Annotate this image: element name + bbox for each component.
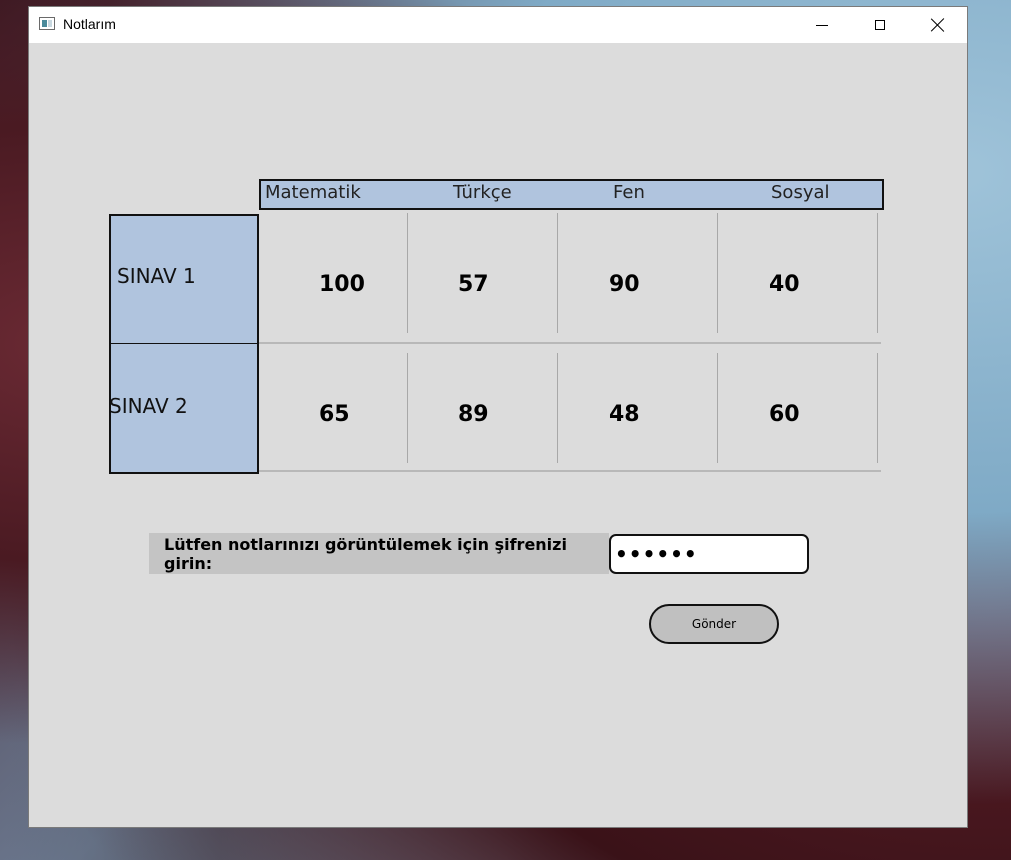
- app-window: Notlarım Matematik Türkçe Fen Sosyal SIN…: [28, 6, 968, 828]
- score-sinav1-matematik: 100: [319, 272, 365, 297]
- minimize-icon: [816, 24, 828, 26]
- close-icon: [931, 18, 945, 32]
- close-button[interactable]: [909, 7, 967, 43]
- password-input[interactable]: [609, 534, 809, 574]
- cell-divider: [407, 353, 408, 463]
- exam-labels: SINAV 1 SINAV 2: [109, 214, 259, 474]
- app-icon: [39, 17, 55, 30]
- cell-divider: [717, 353, 718, 463]
- score-sinav2-sosyal: 60: [769, 402, 800, 427]
- score-sinav1-turkce: 57: [458, 272, 489, 297]
- header-fen: Fen: [613, 182, 645, 203]
- header-matematik: Matematik: [265, 182, 361, 203]
- score-sinav1-fen: 90: [609, 272, 640, 297]
- password-prompt-text: Lütfen notlarınızı görüntülemek için şif…: [164, 534, 567, 573]
- row-label-sinav-1: SINAV 1: [117, 264, 196, 288]
- table-row: 65 89 48 60: [259, 343, 881, 473]
- table-row: 100 57 90 40: [259, 213, 881, 344]
- password-prompt: Lütfen notlarınızı görüntülemek için şif…: [149, 533, 609, 574]
- maximize-icon: [875, 20, 885, 30]
- cell-divider: [717, 213, 718, 333]
- window-title: Notlarım: [63, 16, 116, 32]
- header-turkce: Türkçe: [453, 182, 512, 203]
- minimize-button[interactable]: [793, 7, 851, 43]
- cell-divider: [407, 213, 408, 333]
- score-sinav2-turkce: 89: [458, 402, 489, 427]
- cell-divider: [557, 213, 558, 333]
- cell-divider: [877, 213, 878, 333]
- submit-button[interactable]: Gönder: [649, 604, 779, 644]
- score-sinav1-sosyal: 40: [769, 272, 800, 297]
- row-separator: [259, 470, 881, 472]
- header-sosyal: Sosyal: [771, 182, 830, 203]
- score-sinav2-matematik: 65: [319, 402, 350, 427]
- maximize-button[interactable]: [851, 7, 909, 43]
- subject-header: Matematik Türkçe Fen Sosyal: [259, 179, 884, 210]
- cell-divider: [557, 353, 558, 463]
- title-bar[interactable]: Notlarım: [29, 7, 967, 43]
- score-sinav2-fen: 48: [609, 402, 640, 427]
- cell-divider: [877, 353, 878, 463]
- row-label-sinav-2: SINAV 2: [109, 394, 188, 418]
- row-divider: [111, 343, 257, 344]
